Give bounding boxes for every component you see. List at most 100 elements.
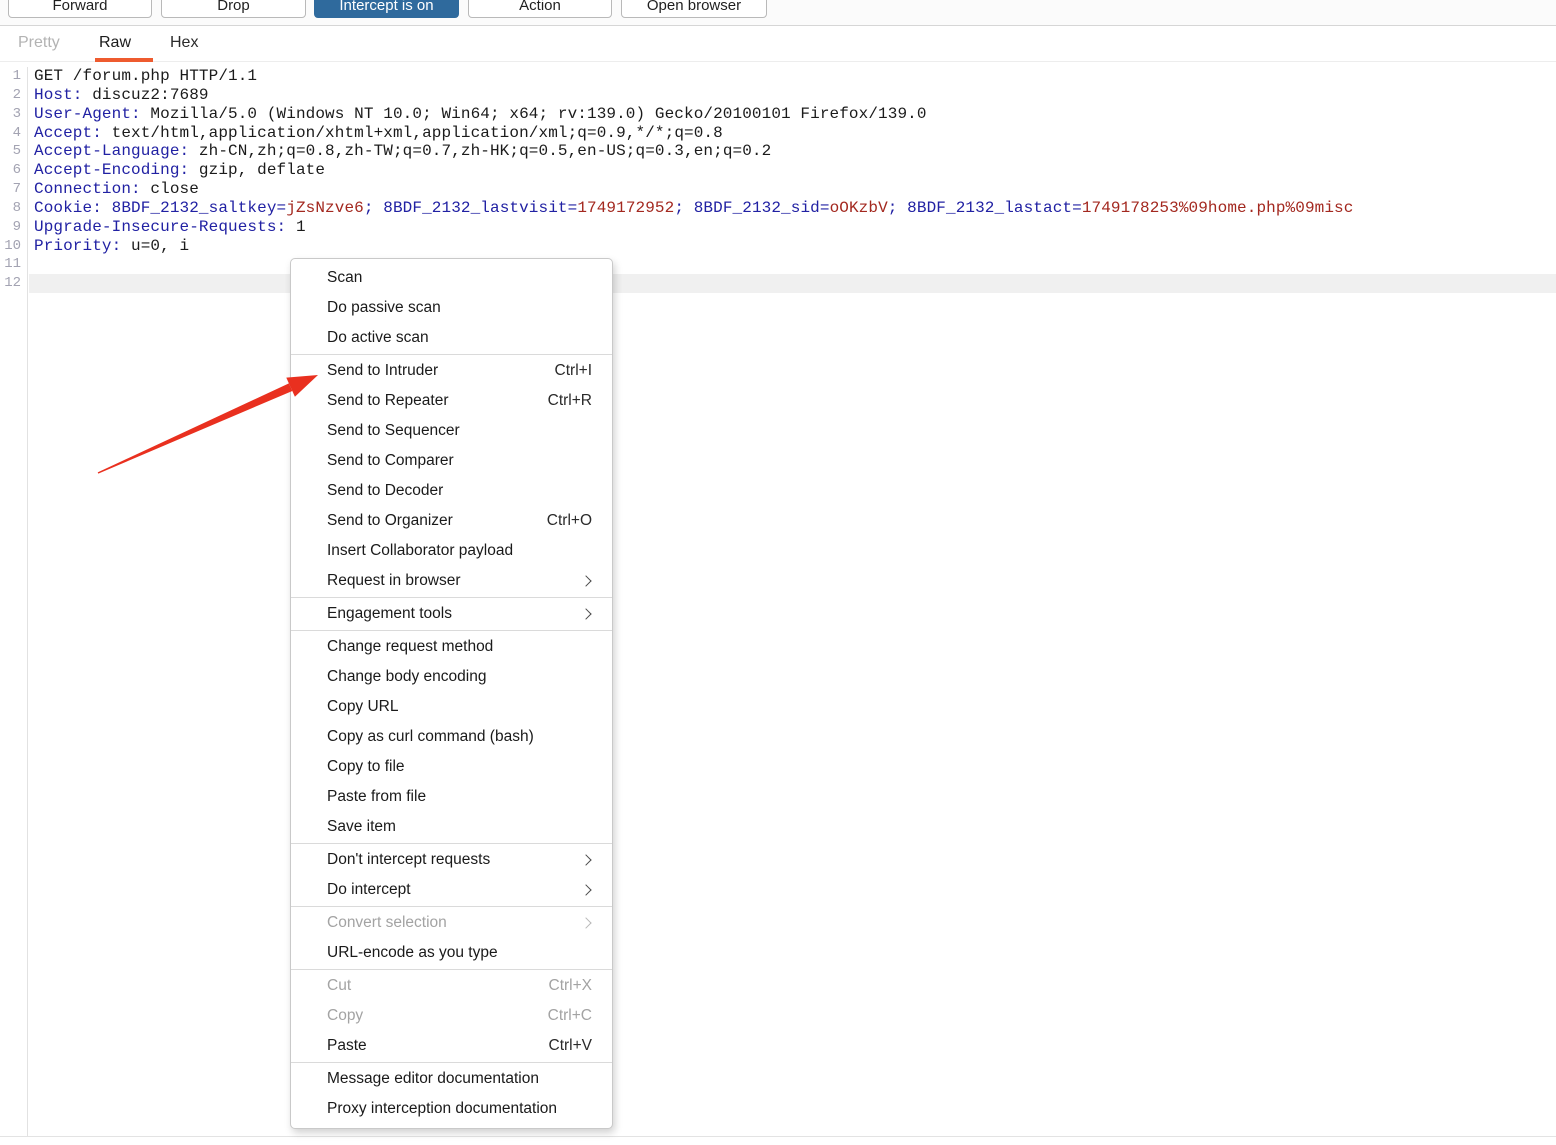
request-line-12[interactable]	[29, 274, 1556, 294]
request-line-1[interactable]: GET /forum.php HTTP/1.1	[29, 67, 1556, 86]
menu-item-right: Ctrl+R	[548, 392, 592, 410]
menu-item-proxy-interception-documentation[interactable]: Proxy interception documentation	[291, 1094, 612, 1124]
menu-item-shortcut: Ctrl+C	[547, 1007, 592, 1024]
menu-item-label: Request in browser	[327, 572, 461, 589]
menu-item-send-to-organizer[interactable]: Send to Organizer Ctrl+O	[291, 506, 612, 536]
request-text-segment: Upgrade-Insecure-Requests:	[34, 217, 287, 236]
forward-button[interactable]: Forward	[8, 0, 152, 18]
menu-item-send-to-sequencer[interactable]: Send to Sequencer	[291, 416, 612, 446]
menu-item-label: Copy as curl command (bash)	[327, 728, 534, 745]
menu-item-label: Change body encoding	[327, 668, 487, 685]
menu-item-label: Paste	[327, 1037, 367, 1054]
menu-item-paste-from-file[interactable]: Paste from file	[291, 782, 612, 812]
menu-item-copy-url[interactable]: Copy URL	[291, 692, 612, 722]
menu-item-label: Save item	[327, 818, 396, 835]
menu-item-insert-collaborator-payload[interactable]: Insert Collaborator payload	[291, 536, 612, 566]
menu-item-cut: Cut Ctrl+X	[291, 971, 612, 1001]
menu-item-do-intercept[interactable]: Do intercept	[291, 875, 612, 905]
line-number: 9	[12, 218, 21, 235]
menu-item-label: Don't intercept requests	[327, 851, 491, 868]
menu-item-shortcut: Ctrl+R	[547, 392, 592, 409]
menu-item-convert-selection: Convert selection	[291, 908, 612, 938]
menu-item-send-to-repeater[interactable]: Send to Repeater Ctrl+R	[291, 386, 612, 416]
request-line-8[interactable]: Cookie: 8BDF_2132_saltkey=jZsNzve6 ; 8BDF…	[29, 199, 1556, 218]
menu-item-label: Scan	[327, 269, 363, 286]
request-text-segment: Priority:	[34, 236, 122, 255]
menu-separator	[291, 630, 612, 631]
drop-button[interactable]: Drop	[161, 0, 306, 18]
request-editor[interactable]: 1 2 3 4 5 6 7 8 9 10 11 12 GET /forum.php HTTP/1.1 H…	[0, 63, 1556, 1136]
menu-item-right	[580, 917, 592, 929]
menu-item-label: Send to Repeater	[327, 392, 449, 409]
menu-item-shortcut: Ctrl+O	[546, 512, 592, 529]
line-number: 5	[12, 143, 21, 160]
tab-hex[interactable]: Hex	[170, 34, 198, 52]
menu-item-do-passive-scan[interactable]: Do passive scan	[291, 293, 612, 323]
menu-item-label: Message editor documentation	[327, 1070, 539, 1087]
menu-item-right: Ctrl+C	[548, 1007, 592, 1025]
tab-pretty[interactable]: Pretty	[18, 34, 60, 52]
menu-item-send-to-decoder[interactable]: Send to Decoder	[291, 476, 612, 506]
selected-tab-underline	[95, 58, 153, 62]
request-line-9[interactable]: Upgrade-Insecure-Requests: 1	[29, 218, 1556, 237]
request-text-segment: 1	[286, 217, 306, 236]
menu-item-scan[interactable]: Scan	[291, 263, 612, 293]
menu-item-label: Cut	[327, 977, 352, 994]
menu-item-engagement-tools[interactable]: Engagement tools	[291, 599, 612, 629]
request-line-4[interactable]: Accept: text/html,application/xhtml+xml,…	[29, 124, 1556, 143]
line-number-gutter: 1 2 3 4 5 6 7 8 9 10 11 12	[0, 67, 28, 1136]
menu-item-copy-as-curl-command-bash[interactable]: Copy as curl command (bash)	[291, 722, 612, 752]
intercept-toggle-button[interactable]: Intercept is on	[314, 0, 459, 18]
submenu-chevron-icon	[580, 884, 592, 896]
menu-item-label: Send to Intruder	[327, 362, 439, 379]
request-line-6[interactable]: Accept-Encoding: gzip, deflate	[29, 161, 1556, 180]
request-line-7[interactable]: Connection: close	[29, 180, 1556, 199]
request-text-segment: gzip, deflate	[189, 161, 326, 180]
line-number: 11	[4, 256, 21, 273]
line-number: 10	[4, 237, 21, 254]
context-menu: Scan Do passive scan Do active scan Send to…	[290, 258, 613, 1129]
line-number: 1	[12, 68, 21, 84]
request-text-segment: 1749172952	[577, 198, 675, 217]
menu-item-label: Send to Comparer	[327, 452, 454, 469]
request-text-segment: Host:	[34, 85, 83, 104]
menu-item-request-in-browser[interactable]: Request in browser	[291, 566, 612, 596]
menu-item-message-editor-documentation[interactable]: Message editor documentation	[291, 1064, 612, 1094]
request-text-segment: Cookie: 8BDF_2132_saltkey=	[34, 198, 287, 217]
menu-item-shortcut: Ctrl+X	[548, 977, 593, 994]
menu-item-send-to-comparer[interactable]: Send to Comparer	[291, 446, 612, 476]
request-line-11[interactable]	[29, 255, 1556, 274]
line-number: 7	[12, 181, 21, 198]
menu-item-label: Send to Decoder	[327, 482, 444, 499]
menu-item-don-t-intercept-requests[interactable]: Don't intercept requests	[291, 845, 612, 875]
action-button[interactable]: Action	[468, 0, 612, 18]
submenu-chevron-icon	[580, 575, 592, 587]
request-line-10[interactable]: Priority: u=0, i	[29, 237, 1556, 256]
tab-raw[interactable]: Raw	[99, 34, 131, 52]
request-line-5[interactable]: Accept-Language: zh-CN,zh;q=0.8,zh-TW;q=…	[29, 142, 1556, 161]
menu-item-save-item[interactable]: Save item	[291, 812, 612, 842]
menu-item-change-body-encoding[interactable]: Change body encoding	[291, 662, 612, 692]
menu-item-label: Do active scan	[327, 329, 429, 346]
open-browser-button[interactable]: Open browser	[621, 0, 767, 18]
request-line-2[interactable]: Host: discuz2:7689	[29, 86, 1556, 105]
menu-separator	[291, 969, 612, 970]
request-line-3[interactable]: User-Agent: Mozilla/5.0 (Windows NT 10.0…	[29, 105, 1556, 124]
menu-item-url-encode-as-you-type[interactable]: URL-encode as you type	[291, 938, 612, 968]
menu-item-shortcut: Ctrl+I	[554, 362, 592, 379]
menu-item-label: Engagement tools	[327, 605, 452, 622]
intercept-toolbar: Forward Drop Intercept is on Action Open…	[0, 0, 1556, 26]
menu-separator	[291, 1062, 612, 1063]
menu-item-do-active-scan[interactable]: Do active scan	[291, 323, 612, 353]
request-text-segment: jZsNzve6	[286, 198, 364, 217]
menu-item-label: Convert selection	[327, 914, 447, 931]
line-number: 3	[12, 105, 21, 122]
menu-item-change-request-method[interactable]: Change request method	[291, 632, 612, 662]
menu-item-copy-to-file[interactable]: Copy to file	[291, 752, 612, 782]
request-text-segment: discuz2:7689	[82, 85, 209, 104]
request-text-segment: ; 8BDF_2132_lastact=	[887, 198, 1082, 217]
menu-item-send-to-intruder[interactable]: Send to Intruder Ctrl+I	[291, 356, 612, 386]
menu-item-paste[interactable]: Paste Ctrl+V	[291, 1031, 612, 1061]
menu-item-right: Ctrl+V	[549, 1037, 593, 1055]
editor-content[interactable]: GET /forum.php HTTP/1.1 Host: discuz2:768…	[29, 67, 1556, 294]
